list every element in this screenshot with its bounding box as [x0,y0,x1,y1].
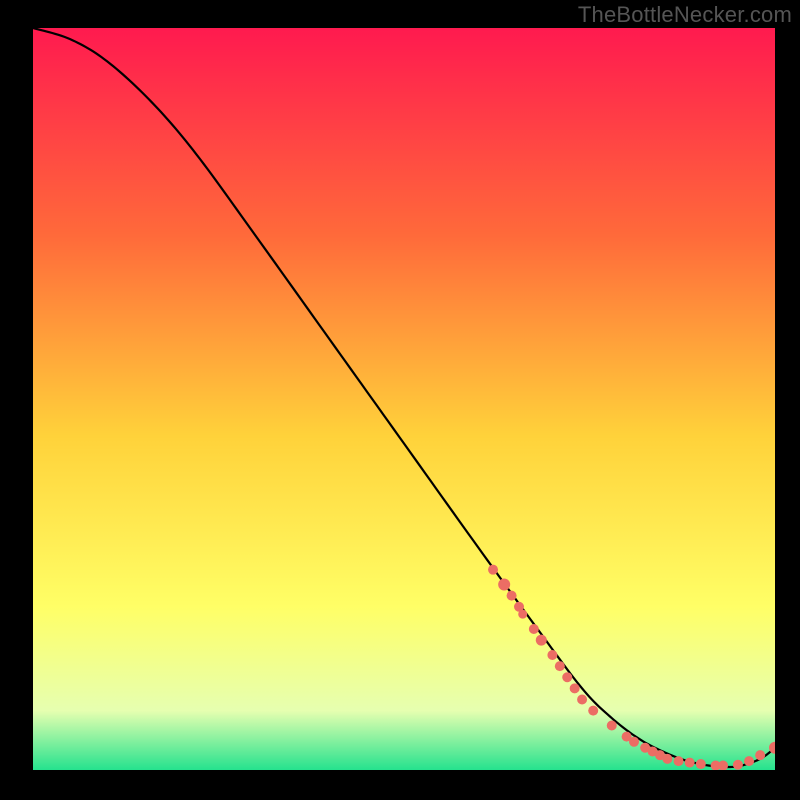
data-point [733,760,743,770]
watermark-text: TheBottleNecker.com [578,2,792,28]
data-point [607,720,617,730]
plot-svg [33,28,775,770]
data-point [744,756,754,766]
data-point [529,624,539,634]
data-point [562,672,572,682]
gradient-background [33,28,775,770]
data-point [685,758,695,768]
data-point [555,661,565,671]
data-point [674,756,684,766]
data-point [755,750,765,760]
data-point [536,635,547,646]
data-point [547,650,557,660]
data-point [518,610,527,619]
data-point [507,591,517,601]
chart-stage: TheBottleNecker.com [0,0,800,800]
data-point [629,737,639,747]
data-point [498,579,510,591]
data-point [662,754,672,764]
data-point [696,759,706,769]
data-point [570,683,580,693]
data-point [488,565,498,575]
plot-area [33,28,775,770]
data-point [588,706,598,716]
data-point [577,695,587,705]
